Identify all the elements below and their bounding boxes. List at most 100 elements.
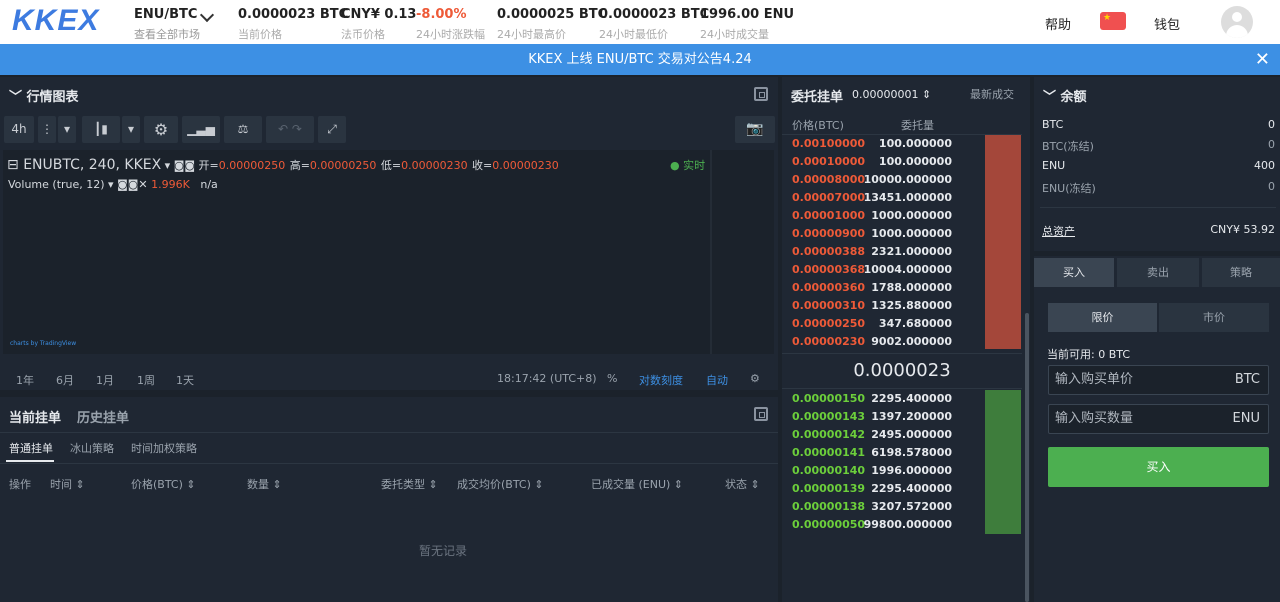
chevron-down-icon[interactable]: ▾ bbox=[122, 116, 140, 143]
ask-row[interactable]: 0.00000250 347.680000 bbox=[792, 315, 952, 333]
bid-row[interactable]: 0.00000140 1996.000000 bbox=[792, 462, 952, 480]
ask-price: 0.00000250 bbox=[792, 317, 866, 330]
price-input[interactable]: 输入购买单价 BTC bbox=[1048, 365, 1269, 395]
stat-24h-change: -8.00% 24小时涨跌幅 bbox=[416, 7, 485, 41]
sort-time[interactable]: 时间 ⇕ bbox=[50, 476, 85, 492]
symbol-label[interactable]: ENUBTC, 240, KKEX bbox=[23, 157, 161, 173]
help-link[interactable]: 帮助 bbox=[1045, 14, 1071, 33]
fullscreen-icon[interactable] bbox=[754, 87, 768, 101]
wallet-link[interactable]: 钱包 bbox=[1154, 14, 1180, 33]
bid-row[interactable]: 0.00000050 99800.000000 bbox=[792, 516, 952, 534]
tab-sell[interactable]: 卖出 bbox=[1117, 258, 1199, 287]
percent-scale[interactable]: % bbox=[607, 372, 617, 385]
ask-price: 0.00007000 bbox=[792, 191, 866, 204]
orderbook-tab[interactable]: 委托挂单 bbox=[791, 86, 843, 105]
close-icon[interactable]: ✕ bbox=[1255, 44, 1270, 75]
ask-row[interactable]: 0.00000388 2321.000000 bbox=[792, 243, 952, 261]
gear-icon[interactable]: ⚙ bbox=[750, 372, 760, 385]
bid-row[interactable]: 0.00000143 1397.200000 bbox=[792, 408, 952, 426]
ask-row[interactable]: 0.00000368 10004.000000 bbox=[792, 261, 952, 279]
orders-panel bbox=[0, 397, 778, 602]
ask-price: 0.00000900 bbox=[792, 227, 866, 240]
balance-title[interactable]: ﹀ 余额 bbox=[1043, 86, 1087, 105]
indicators-icon[interactable]: ▁▃▅ bbox=[182, 116, 220, 143]
collapse-icon[interactable]: ⊟ bbox=[7, 157, 19, 173]
gear-icon[interactable]: ⚙ bbox=[144, 116, 178, 143]
sort-filled[interactable]: 已成交量 (ENU) ⇕ bbox=[591, 476, 683, 492]
range-1y[interactable]: 1年 bbox=[16, 372, 34, 388]
buy-button[interactable]: 买入 bbox=[1048, 447, 1269, 487]
auto-scale[interactable]: 自动 bbox=[706, 372, 728, 388]
tradingview-watermark[interactable]: charts by TradingView bbox=[10, 340, 76, 347]
limit-order-button[interactable]: 限价 bbox=[1048, 303, 1157, 332]
ask-qty: 347.680000 bbox=[878, 317, 952, 330]
sort-status[interactable]: 状态 ⇕ bbox=[725, 476, 760, 492]
range-6m[interactable]: 6月 bbox=[56, 372, 74, 388]
subtab-normal[interactable]: 普通挂单 bbox=[9, 440, 53, 456]
interval-button[interactable]: 4h bbox=[4, 116, 34, 143]
ask-row[interactable]: 0.00008000 10000.000000 bbox=[792, 171, 952, 189]
market-selector[interactable]: ENU/BTC 查看全部市场 bbox=[134, 7, 200, 42]
camera-icon[interactable]: 📷 bbox=[735, 116, 775, 143]
ask-row[interactable]: 0.00000230 9002.000000 bbox=[792, 333, 952, 351]
bid-row[interactable]: 0.00000150 2295.400000 bbox=[792, 390, 952, 408]
precision-select[interactable]: 0.00000001 ⇕ bbox=[852, 88, 931, 101]
ask-row[interactable]: 0.00010000 100.000000 bbox=[792, 153, 952, 171]
ask-row[interactable]: 0.00007000 13451.000000 bbox=[792, 189, 952, 207]
expand-icon[interactable]: ⤢ bbox=[318, 116, 346, 143]
candlestick-icon[interactable]: ┃▮ bbox=[82, 116, 120, 143]
chart-time[interactable]: 18:17:42 (UTC+8) bbox=[497, 372, 597, 385]
tab-current-orders[interactable]: 当前挂单 bbox=[9, 407, 61, 426]
bid-depth-bar bbox=[985, 390, 1021, 534]
market-order-button[interactable]: 市价 bbox=[1159, 303, 1269, 332]
sort-type[interactable]: 委托类型 ⇕ bbox=[381, 476, 438, 492]
bid-qty: 99800.000000 bbox=[863, 518, 952, 531]
range-1w[interactable]: 1周 bbox=[137, 372, 155, 388]
announcement-text[interactable]: KKEX 上线 ENU/BTC 交易对公告4.24 bbox=[528, 52, 752, 67]
chart-title[interactable]: ﹀ 行情图表 bbox=[9, 86, 79, 105]
range-1m[interactable]: 1月 bbox=[96, 372, 114, 388]
kkex-logo[interactable]: KKEX bbox=[12, 4, 99, 38]
more-icon[interactable]: ⋮ bbox=[38, 116, 56, 143]
sort-price[interactable]: 价格(BTC) ⇕ bbox=[131, 476, 196, 492]
total-assets-link[interactable]: 总资产 bbox=[1042, 225, 1075, 238]
ask-price: 0.00008000 bbox=[792, 173, 866, 186]
ohlc-legend: ⊟ ENUBTC, 240, KKEX ▾ ◙◙ 开=0.00000250 高=… bbox=[7, 157, 559, 173]
sort-avg-price[interactable]: 成交均价(BTC) ⇕ bbox=[457, 476, 544, 492]
chevron-down-icon[interactable]: ▾ bbox=[58, 116, 76, 143]
avatar[interactable] bbox=[1221, 6, 1253, 38]
bid-row[interactable]: 0.00000142 2495.000000 bbox=[792, 426, 952, 444]
ask-row[interactable]: 0.00000360 1788.000000 bbox=[792, 279, 952, 297]
quantity-input[interactable]: 输入购买数量 ENU bbox=[1048, 404, 1269, 434]
bid-row[interactable]: 0.00000139 2295.400000 bbox=[792, 480, 952, 498]
china-flag-icon[interactable]: ★ bbox=[1100, 12, 1126, 30]
range-1d[interactable]: 1天 bbox=[176, 372, 194, 388]
sort-qty[interactable]: 数量 ⇕ bbox=[247, 476, 282, 492]
balance-btc-frozen: BTC(冻结) 0 bbox=[1042, 138, 1275, 153]
subtab-twap[interactable]: 时间加权策略 bbox=[131, 440, 197, 456]
scrollbar[interactable] bbox=[1025, 313, 1029, 602]
ask-row[interactable]: 0.00000900 1000.000000 bbox=[792, 225, 952, 243]
bid-price: 0.00000143 bbox=[792, 410, 866, 423]
undo-redo-icon[interactable]: ↶ ↷ bbox=[266, 116, 314, 143]
last-price: 0.0000023 bbox=[853, 360, 951, 381]
tab-order-history[interactable]: 历史挂单 bbox=[77, 407, 129, 426]
tab-buy[interactable]: 买入 bbox=[1034, 258, 1114, 287]
compare-icon[interactable]: ⚖ bbox=[224, 116, 262, 143]
ask-qty: 10000.000000 bbox=[863, 173, 952, 186]
ask-qty: 100.000000 bbox=[878, 155, 952, 168]
bid-row[interactable]: 0.00000141 6198.578000 bbox=[792, 444, 952, 462]
subtab-iceberg[interactable]: 冰山策略 bbox=[70, 440, 114, 456]
stat-fiat-price: CNY¥ 0.13 法币价格 bbox=[341, 7, 417, 41]
chevron-down-icon[interactable] bbox=[199, 7, 215, 23]
ask-row[interactable]: 0.00100000 100.000000 bbox=[792, 135, 952, 153]
stat-24h-high: 0.0000025 BTC 24小时最高价 bbox=[497, 7, 608, 41]
tab-strategy[interactable]: 策略 bbox=[1202, 258, 1280, 287]
ask-row[interactable]: 0.00000310 1325.880000 bbox=[792, 297, 952, 315]
log-scale[interactable]: 对数刻度 bbox=[639, 372, 683, 388]
empty-state: 暂无记录 bbox=[418, 544, 467, 558]
ask-row[interactable]: 0.00001000 1000.000000 bbox=[792, 207, 952, 225]
fullscreen-icon[interactable] bbox=[754, 407, 768, 421]
latest-trades-tab[interactable]: 最新成交 bbox=[970, 86, 1014, 102]
bid-row[interactable]: 0.00000138 3207.572000 bbox=[792, 498, 952, 516]
